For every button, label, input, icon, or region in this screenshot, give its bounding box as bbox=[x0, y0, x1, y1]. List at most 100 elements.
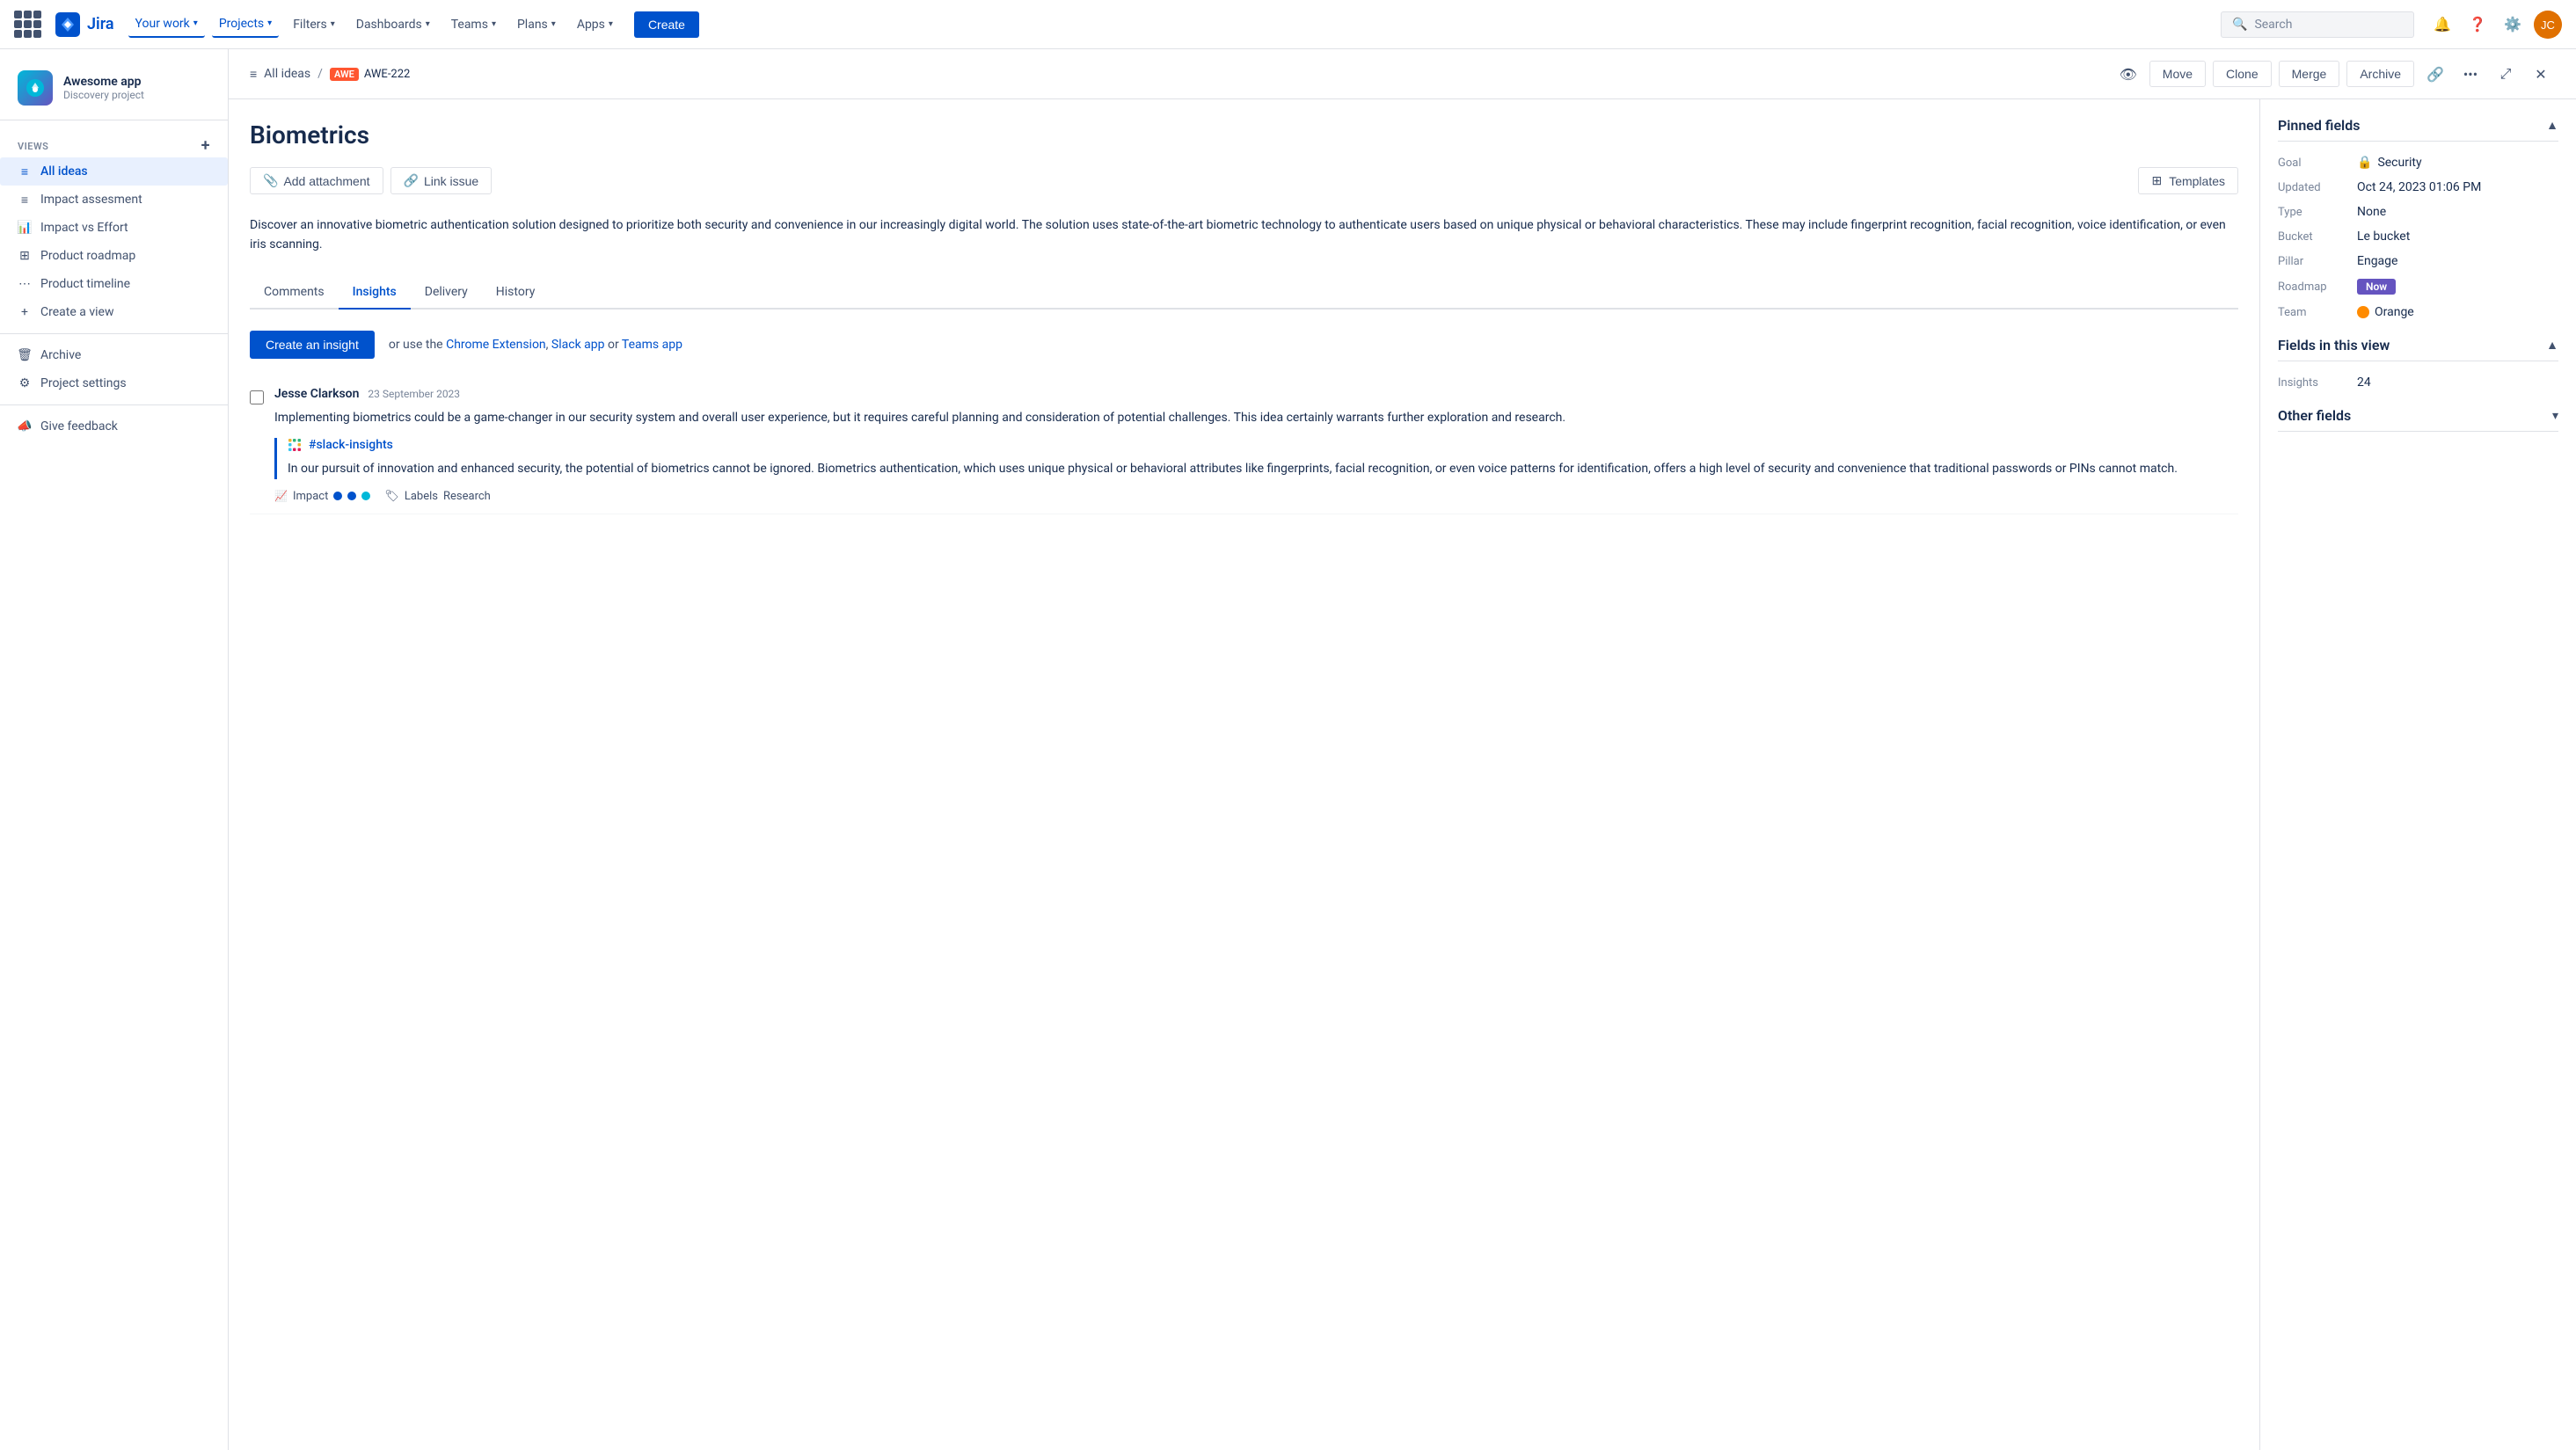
link-issue-button[interactable]: 🔗 Link issue bbox=[390, 167, 493, 194]
tabs: Comments Insights Delivery History bbox=[250, 276, 2238, 310]
tab-insights[interactable]: Insights bbox=[339, 276, 411, 310]
nav-your-work[interactable]: Your work ▾ bbox=[128, 11, 205, 38]
share-button[interactable]: 🔗 bbox=[2421, 60, 2449, 88]
logo-text: Jira bbox=[87, 15, 114, 33]
description: Discover an innovative biometric authent… bbox=[250, 215, 2238, 255]
chart-icon: 📊 bbox=[18, 221, 32, 235]
breadcrumb-all-ideas[interactable]: All ideas bbox=[264, 67, 310, 81]
issue-badge: AWE bbox=[330, 68, 359, 81]
nav-plans[interactable]: Plans ▾ bbox=[510, 12, 563, 37]
other-fields-title: Other fields bbox=[2278, 407, 2351, 424]
nav-apps[interactable]: Apps ▾ bbox=[570, 12, 620, 37]
settings-button[interactable]: ⚙️ bbox=[2499, 11, 2527, 39]
field-pillar: Pillar Engage bbox=[2278, 254, 2558, 268]
breadcrumb-bar: ≡ All ideas / AWE AWE-222 👁 Move Clone M… bbox=[229, 49, 2576, 99]
roadmap-badge[interactable]: Now bbox=[2357, 279, 2396, 295]
sidebar-item-product-roadmap[interactable]: ⊞ Product roadmap bbox=[0, 242, 228, 270]
sidebar-item-create-view[interactable]: + Create a view bbox=[0, 298, 228, 326]
updated-value: Oct 24, 2023 01:06 PM bbox=[2357, 180, 2481, 194]
sidebar-item-project-settings[interactable]: ⚙ Project settings bbox=[0, 369, 228, 397]
add-view-button[interactable]: + bbox=[201, 138, 210, 154]
updated-label: Updated bbox=[2278, 181, 2357, 194]
list-icon: ≡ bbox=[18, 193, 32, 207]
or-text: or use the Chrome Extension, Slack app o… bbox=[389, 338, 682, 352]
breadcrumb-icon: ≡ bbox=[250, 67, 257, 82]
pillar-value: Engage bbox=[2357, 254, 2397, 268]
sidebar-item-archive[interactable]: 🗑 Archive bbox=[0, 341, 228, 369]
field-insights: Insights 24 bbox=[2278, 375, 2558, 390]
team-dot-icon bbox=[2357, 306, 2369, 318]
field-goal: Goal 🔒 Security bbox=[2278, 156, 2558, 170]
team-label: Team bbox=[2278, 306, 2357, 319]
field-updated: Updated Oct 24, 2023 01:06 PM bbox=[2278, 180, 2558, 194]
logo[interactable]: Jira bbox=[55, 12, 114, 37]
goal-label: Goal bbox=[2278, 157, 2357, 170]
pinned-fields-title: Pinned fields bbox=[2278, 117, 2360, 134]
other-fields-expand[interactable]: ▾ bbox=[2552, 409, 2558, 423]
tab-comments[interactable]: Comments bbox=[250, 276, 339, 310]
tab-delivery[interactable]: Delivery bbox=[411, 276, 482, 310]
roadmap-value: Now bbox=[2357, 279, 2396, 295]
merge-button[interactable]: Merge bbox=[2279, 61, 2340, 87]
field-bucket: Bucket Le bucket bbox=[2278, 230, 2558, 244]
type-value: None bbox=[2357, 205, 2386, 219]
fields-in-view-section: Fields in this view ▲ Insights 24 bbox=[2278, 337, 2558, 390]
templates-button[interactable]: ⊞ Templates bbox=[2138, 167, 2238, 194]
avatar[interactable] bbox=[2534, 11, 2562, 39]
nav-dashboards[interactable]: Dashboards ▾ bbox=[349, 12, 437, 37]
nav-teams[interactable]: Teams ▾ bbox=[444, 12, 503, 37]
plus-icon: + bbox=[18, 305, 32, 319]
fields-in-view-title: Fields in this view bbox=[2278, 337, 2390, 353]
insight-item: Jesse Clarkson 23 September 2023 Impleme… bbox=[250, 376, 2238, 514]
type-label: Type bbox=[2278, 206, 2357, 219]
close-button[interactable]: ✕ bbox=[2527, 60, 2555, 88]
nav-projects[interactable]: Projects ▾ bbox=[212, 11, 279, 38]
source-link[interactable]: #slack-insights bbox=[309, 438, 393, 452]
sidebar-item-impact-assessment[interactable]: ≡ Impact assesment bbox=[0, 186, 228, 214]
templates-icon: ⊞ bbox=[2151, 173, 2162, 188]
field-team: Team Orange bbox=[2278, 305, 2558, 319]
tab-history[interactable]: History bbox=[482, 276, 550, 310]
sidebar-item-all-ideas[interactable]: ≡ All ideas bbox=[0, 157, 228, 186]
goal-value: 🔒 Security bbox=[2357, 156, 2422, 170]
insight-source-text: In our pursuit of innovation and enhance… bbox=[288, 459, 2238, 478]
insight-author: Jesse Clarkson bbox=[274, 387, 359, 401]
more-button[interactable]: ••• bbox=[2456, 60, 2485, 88]
other-fields-section: Other fields ▾ bbox=[2278, 407, 2558, 432]
search-placeholder: Search bbox=[2254, 18, 2292, 32]
expand-button[interactable]: ⤢ bbox=[2492, 60, 2520, 88]
nav-filters[interactable]: Filters ▾ bbox=[286, 12, 342, 37]
pinned-fields-collapse[interactable]: ▲ bbox=[2546, 118, 2558, 133]
link-icon: 🔗 bbox=[404, 173, 419, 188]
fields-in-view-collapse[interactable]: ▲ bbox=[2546, 338, 2558, 353]
project-type: Discovery project bbox=[63, 89, 210, 101]
slack-icon bbox=[288, 438, 302, 452]
page-title: Biometrics bbox=[250, 120, 2238, 149]
create-insight-button[interactable]: Create an insight bbox=[250, 331, 375, 359]
create-button[interactable]: Create bbox=[634, 11, 699, 38]
impact-tag: 📈 Impact bbox=[274, 490, 370, 503]
clone-button[interactable]: Clone bbox=[2213, 61, 2272, 87]
app-switcher-button[interactable] bbox=[14, 11, 41, 38]
move-button[interactable]: Move bbox=[2149, 61, 2206, 87]
pillar-label: Pillar bbox=[2278, 255, 2357, 268]
tag-dot-3 bbox=[361, 492, 370, 500]
insight-date: 23 September 2023 bbox=[368, 388, 460, 400]
search-bar[interactable]: 🔍 Search bbox=[2221, 11, 2414, 38]
timeline-icon: ⋯ bbox=[18, 277, 32, 291]
insight-checkbox[interactable] bbox=[250, 390, 264, 404]
archive-button[interactable]: Archive bbox=[2346, 61, 2414, 87]
sidebar-item-impact-vs-effort[interactable]: 📊 Impact vs Effort bbox=[0, 214, 228, 242]
sidebar-item-feedback[interactable]: 📣 Give feedback bbox=[0, 412, 228, 441]
notifications-button[interactable]: 🔔 bbox=[2428, 11, 2456, 39]
add-attachment-button[interactable]: 📎 Add attachment bbox=[250, 167, 383, 194]
watch-button[interactable]: 👁 bbox=[2114, 60, 2142, 88]
help-button[interactable]: ❓ bbox=[2463, 11, 2492, 39]
sidebar-item-product-timeline[interactable]: ⋯ Product timeline bbox=[0, 270, 228, 298]
field-type: Type None bbox=[2278, 205, 2558, 219]
search-icon: 🔍 bbox=[2232, 18, 2247, 32]
breadcrumb: ≡ All ideas / AWE AWE-222 bbox=[250, 67, 410, 82]
trending-icon: 📈 bbox=[274, 490, 288, 502]
settings-icon: ⚙ bbox=[18, 376, 32, 390]
feedback-icon: 📣 bbox=[18, 419, 32, 434]
